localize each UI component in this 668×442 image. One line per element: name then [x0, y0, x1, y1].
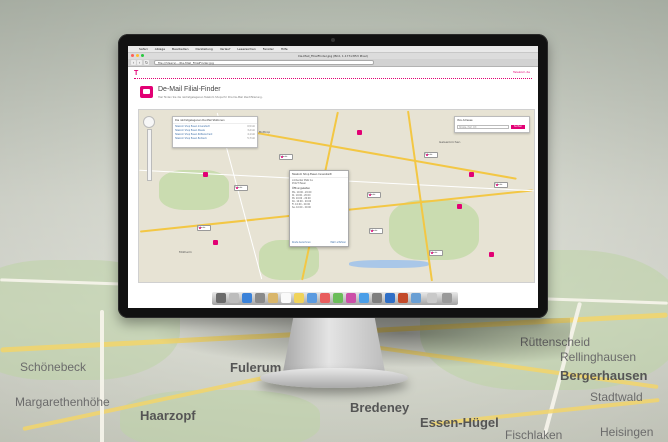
web-page: T Telekom.de De-Mail Filial-Finder Hier … — [128, 67, 538, 283]
more-link[interactable]: Mehr erfahren — [330, 241, 346, 244]
menu-item[interactable]: Bearbeiten — [172, 47, 188, 51]
map-label: Mülheim — [179, 250, 192, 254]
search-title: Ihre Adresse — [457, 119, 473, 122]
bg-label: Haarzopf — [140, 408, 196, 423]
telekom-logo[interactable]: T — [134, 70, 138, 77]
close-icon[interactable] — [131, 54, 134, 57]
map-marker[interactable]: T-Punkt — [197, 225, 211, 231]
bg-label: Margarethenhöhe — [15, 395, 110, 409]
map-pin-icon[interactable] — [357, 130, 362, 135]
map-label: Gelsenkirchen — [439, 140, 461, 144]
app-store-icon[interactable] — [359, 293, 369, 303]
zoom-icon[interactable] — [141, 54, 144, 57]
screen: Safari Ablage Bearbeiten Darstellung Ver… — [128, 46, 538, 308]
map-marker[interactable]: T-Punkt — [234, 185, 248, 191]
word-icon[interactable] — [385, 293, 395, 303]
address-bar[interactable]: file:///Users/.../De-Mail_FilialFinder.j… — [154, 60, 374, 65]
photo-booth-icon[interactable] — [320, 293, 330, 303]
panel-title: Die nächstgelegenen De-Mail Stationen — [173, 117, 257, 124]
map-marker[interactable]: T-Punkt — [494, 182, 508, 188]
page-description: Hier finden Sie die nächstgelegenen Tele… — [158, 96, 263, 99]
map-pin-icon[interactable] — [457, 204, 462, 209]
system-preferences-icon[interactable] — [372, 293, 382, 303]
address-search-panel: Ihre Adresse Straße, PLZ, Ort Suchen — [454, 116, 530, 133]
menu-item[interactable]: Ablage — [155, 47, 165, 51]
os-menubar: Safari Ablage Bearbeiten Darstellung Ver… — [128, 46, 538, 53]
menu-item[interactable]: Safari — [139, 47, 148, 51]
menu-item[interactable]: Lesezeichen — [237, 47, 255, 51]
map-marker[interactable]: T-Punkt — [429, 250, 443, 256]
dock — [212, 292, 458, 305]
contacts-icon[interactable] — [268, 293, 278, 303]
messages-icon[interactable] — [307, 293, 317, 303]
bg-label: Bergerhausen — [560, 368, 648, 383]
facetime-icon[interactable] — [333, 293, 343, 303]
monitor: Safari Ablage Bearbeiten Darstellung Ver… — [118, 34, 548, 318]
map-pin-icon[interactable] — [213, 240, 218, 245]
bg-label: Rellinghausen — [560, 350, 637, 364]
route-link[interactable]: Route berechnen — [292, 241, 311, 244]
popup-title: Telekom Shop Essen Innenstadt — [290, 171, 348, 178]
station-info-popup: Telekom Shop Essen Innenstadt Limbecker … — [289, 170, 349, 247]
page-title: De-Mail Filial-Finder — [158, 86, 221, 93]
finder-icon[interactable] — [216, 293, 226, 303]
popup-links: Route berechnen Mehr erfahren — [292, 241, 346, 244]
envelope-icon — [140, 86, 153, 98]
menu-item[interactable]: Fenster — [263, 47, 274, 51]
map-pin-icon[interactable] — [203, 172, 208, 177]
bg-label: Fischlaken — [505, 428, 563, 442]
nearest-stations-panel: Die nächstgelegenen De-Mail Stationen Te… — [172, 116, 258, 148]
popup-address: Limbecker Platz 1a 45127 Essen — [292, 179, 313, 185]
search-button[interactable]: Suchen — [511, 125, 525, 129]
map-pin-icon[interactable] — [489, 252, 494, 257]
bg-label: Stadtwald — [590, 390, 643, 404]
search-input[interactable]: Straße, PLZ, Ort — [457, 125, 509, 129]
calendar-icon[interactable] — [281, 293, 291, 303]
documents-icon[interactable] — [427, 293, 437, 303]
launchpad-icon[interactable] — [229, 293, 239, 303]
menu-item[interactable]: Darstellung — [196, 47, 213, 51]
map-marker[interactable]: T-Punkt — [369, 228, 383, 234]
monitor-stand — [283, 318, 385, 372]
list-item[interactable]: Telekom Shop Essen Borbeck 5,7 km — [173, 136, 257, 140]
menu-item[interactable]: Verlauf — [220, 47, 231, 51]
notes-icon[interactable] — [294, 293, 304, 303]
map-marker[interactable]: T-Punkt — [279, 154, 293, 160]
map-marker[interactable]: T-Punkt — [367, 192, 381, 198]
browser-toolbar: ‹ › ↻ file:///Users/.../De-Mail_FilialFi… — [128, 59, 538, 67]
safari-icon[interactable] — [242, 293, 252, 303]
map-pan-control[interactable] — [143, 116, 155, 128]
minimize-icon[interactable] — [136, 54, 139, 57]
powerpoint-icon[interactable] — [398, 293, 408, 303]
trash-icon[interactable] — [442, 293, 452, 303]
map-pin-icon[interactable] — [469, 172, 474, 177]
bg-label: Bredeney — [350, 400, 410, 415]
bg-label: Schönebeck — [20, 360, 87, 374]
reload-icon[interactable]: ↻ — [144, 60, 149, 65]
map-marker[interactable]: T-Punkt — [424, 152, 438, 158]
divider — [134, 78, 532, 79]
camera-icon — [331, 38, 335, 42]
back-icon[interactable]: ‹ — [131, 60, 136, 65]
bg-label: Essen-Hügel — [420, 415, 499, 430]
downloads-icon[interactable] — [411, 293, 421, 303]
header-link[interactable]: Telekom.de — [513, 70, 530, 74]
opening-hours: Mo. 10:00 - 20:00 Di. 10:00 - 20:00 Mi. … — [292, 191, 312, 209]
menu-item[interactable]: Hilfe — [281, 47, 288, 51]
forward-icon[interactable]: › — [137, 60, 142, 65]
bg-label: Heisingen — [600, 425, 654, 439]
mail-icon[interactable] — [255, 293, 265, 303]
monitor-base — [260, 368, 408, 388]
window-controls — [131, 54, 144, 57]
itunes-icon[interactable] — [346, 293, 356, 303]
map-zoom-slider[interactable] — [147, 129, 152, 181]
map-label: Bottrop — [259, 130, 271, 134]
map-view[interactable]: Essen Mülheim Gelsenkirchen Bottrop T-Pu… — [138, 109, 535, 283]
